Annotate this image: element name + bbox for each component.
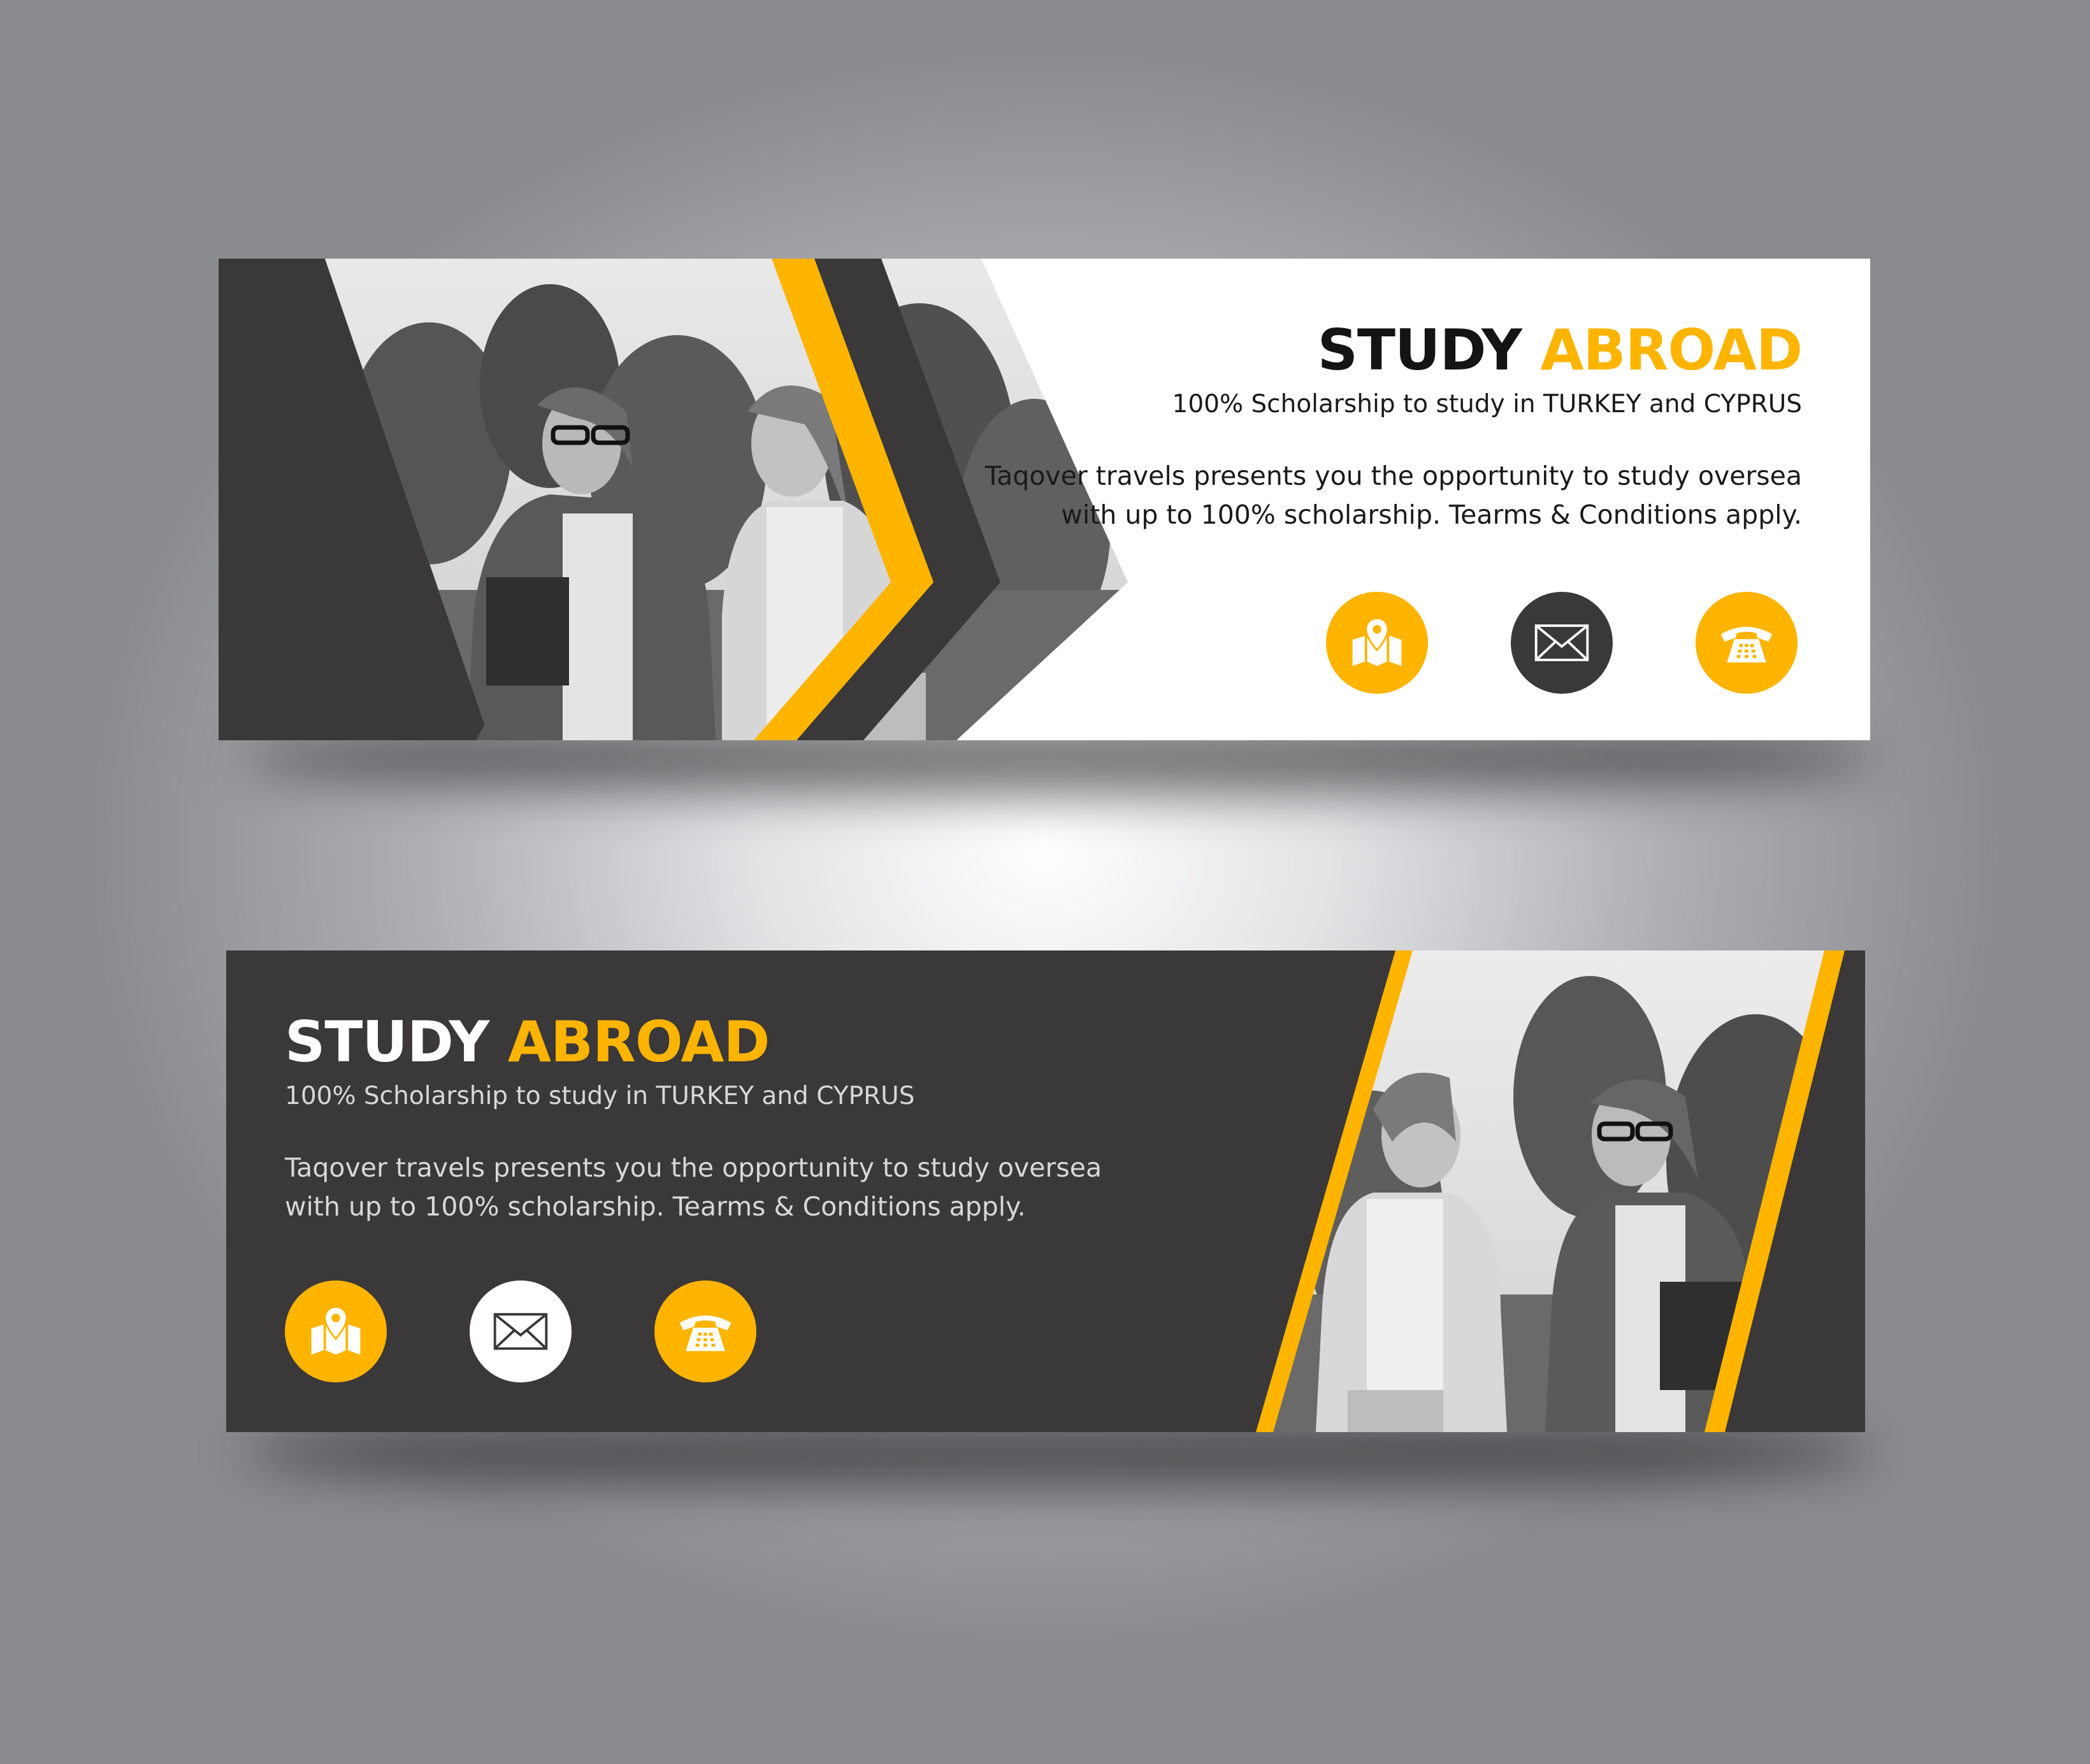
contact-icons (285, 1280, 756, 1382)
banner-title: STUDY ABROAD (285, 1014, 1102, 1070)
location-button[interactable] (1326, 592, 1428, 694)
contact-icons (1326, 592, 1798, 694)
description-line: with up to 100% scholarship. Tearms & Co… (1061, 499, 1802, 531)
title-abroad: ABROAD (507, 1009, 770, 1075)
banner-subtitle: 100% Scholarship to study in TURKEY and … (1172, 390, 1802, 419)
description-line: with up to 100% scholarship. Tearms & Co… (285, 1191, 1026, 1223)
description-line: Taqover travels presents you the opportu… (285, 1152, 1102, 1183)
banner-light-text: STUDY ABROAD 100% Scholarship to study i… (985, 322, 1803, 535)
telephone-icon (1720, 627, 1773, 663)
banner-light: STUDY ABROAD 100% Scholarship to study i… (219, 259, 1870, 740)
banner-description: Taqover travels presents you the opportu… (985, 457, 1802, 535)
phone-button[interactable] (654, 1280, 756, 1382)
envelope-icon (1534, 624, 1589, 661)
title-study: STUDY (1317, 317, 1522, 383)
description-line: Taqover travels presents you the opportu… (984, 460, 1802, 491)
telephone-icon (679, 1316, 732, 1351)
banner-dark-text: STUDY ABROAD 100% Scholarship to study i… (285, 1014, 1102, 1227)
phone-button[interactable] (1696, 592, 1798, 694)
title-abroad: ABROAD (1540, 317, 1803, 383)
title-study: STUDY (285, 1009, 489, 1075)
map-pin-icon (1352, 617, 1402, 666)
email-button[interactable] (1511, 592, 1613, 694)
banner-subtitle: 100% Scholarship to study in TURKEY and … (285, 1082, 915, 1110)
banner-description: Taqover travels presents you the opportu… (285, 1149, 1102, 1227)
location-button[interactable] (285, 1280, 387, 1382)
email-button[interactable] (470, 1280, 572, 1382)
envelope-icon (493, 1313, 548, 1350)
map-pin-icon (311, 1306, 361, 1355)
banner-dark: STUDY ABROAD 100% Scholarship to study i… (226, 950, 1865, 1432)
banner-title: STUDY ABROAD (985, 322, 1803, 378)
